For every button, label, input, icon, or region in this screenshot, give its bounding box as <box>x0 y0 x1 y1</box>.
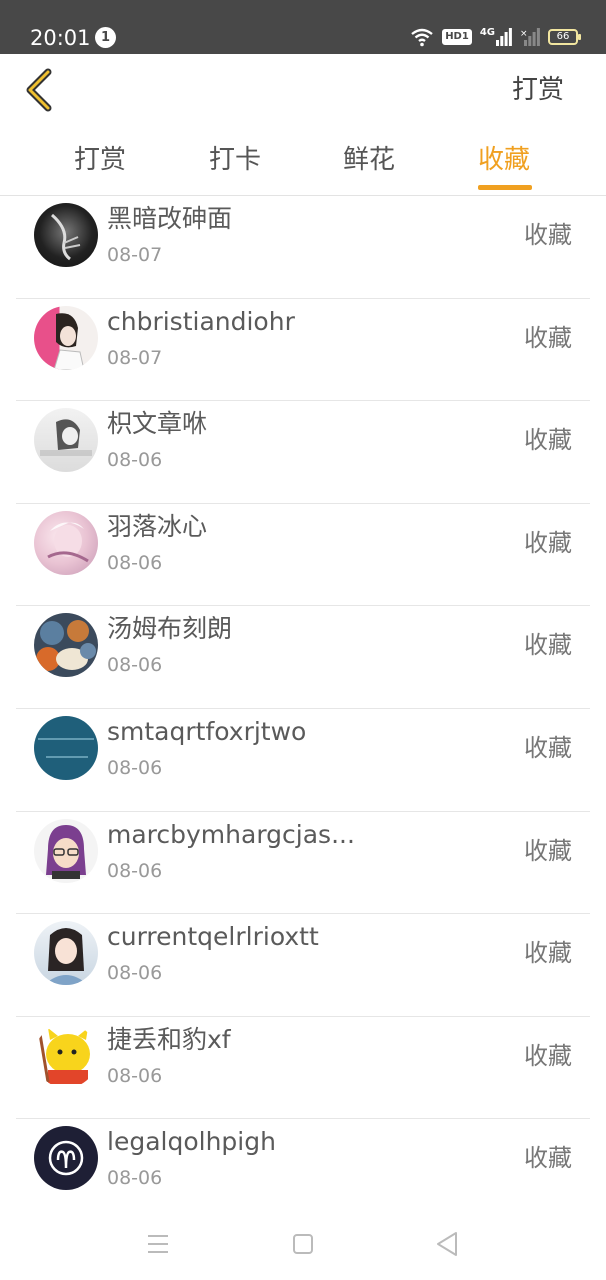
nav-menu-button[interactable] <box>138 1228 178 1262</box>
user-name: 汤姆布刻朗 <box>107 614 233 644</box>
favorites-list: 黑暗改砷面 08-07 收藏 chbristiandiohr 08-07 收藏 … <box>0 196 606 1210</box>
item-action: 收藏 <box>524 221 572 249</box>
user-name: 捷丢和豹xf <box>107 1024 231 1054</box>
signal-off-icon: × <box>520 28 540 46</box>
avatar <box>34 818 98 883</box>
avatar <box>34 510 98 575</box>
item-action: 收藏 <box>524 836 572 865</box>
list-item[interactable]: 羽落冰心 08-06 收藏 <box>16 504 590 607</box>
tab-flowers[interactable]: 鲜花 <box>343 140 395 180</box>
avatar <box>34 613 98 678</box>
tab-favorites[interactable]: 收藏 <box>478 140 530 180</box>
avatar <box>34 1023 98 1088</box>
avatar <box>34 408 98 473</box>
item-action: 收藏 <box>524 734 572 762</box>
signal-icon <box>496 28 512 46</box>
item-action: 收藏 <box>524 1041 572 1070</box>
nav-home-button[interactable] <box>283 1228 323 1262</box>
list-item[interactable]: 汤姆布刻朗 08-06 收藏 <box>16 606 590 709</box>
item-action: 收藏 <box>524 1144 572 1173</box>
chevron-left-icon <box>26 68 52 112</box>
list-item[interactable]: 枳文章咻 08-06 收藏 <box>16 401 590 504</box>
list-item[interactable]: 黑暗改砷面 08-07 收藏 <box>16 196 590 299</box>
user-name: 羽落冰心 <box>107 511 208 541</box>
tab-reward[interactable]: 打赏 <box>74 140 126 180</box>
status-bar: 20:01 1 HD1 4G × 66 <box>0 0 606 54</box>
item-date: 08-06 <box>107 449 163 472</box>
avatar <box>34 716 98 780</box>
user-name: 枳文章咻 <box>107 409 208 439</box>
item-action: 收藏 <box>524 631 572 660</box>
status-time: 20:01 <box>30 26 91 50</box>
header: 打赏 <box>0 54 606 130</box>
user-name: 黑暗改砷面 <box>107 204 233 233</box>
tab-bar: 打赏 打卡 鲜花 收藏 <box>0 130 606 196</box>
network-label: 4G <box>479 27 495 38</box>
list-item[interactable]: currentqelrlrioxtt 08-06 收藏 <box>16 914 590 1017</box>
item-action: 收藏 <box>524 939 572 968</box>
home-square-icon <box>293 1234 313 1254</box>
user-name: marcbymhargcjas... <box>107 819 355 849</box>
system-nav-bar <box>0 1210 606 1280</box>
user-name: chbristiandiohr <box>107 306 295 336</box>
status-icons: HD1 4G × 66 <box>410 26 581 48</box>
list-item[interactable]: smtaqrtfoxrjtwo 08-06 收藏 <box>16 709 590 812</box>
svg-text:×: × <box>520 29 528 39</box>
avatar <box>34 305 98 370</box>
tab-checkin[interactable]: 打卡 <box>209 140 261 180</box>
item-date: 08-06 <box>107 654 163 677</box>
user-name: legalqolhpigh <box>107 1127 276 1157</box>
item-action: 收藏 <box>524 323 572 352</box>
header-reward-button[interactable]: 打赏 <box>512 72 564 108</box>
user-name: smtaqrtfoxrjtwo <box>107 717 307 746</box>
item-date: 08-06 <box>107 757 163 779</box>
back-button[interactable] <box>20 66 64 114</box>
avatar <box>34 1126 98 1191</box>
item-date: 08-06 <box>107 962 163 985</box>
user-name: currentqelrlrioxtt <box>107 922 319 952</box>
item-action: 收藏 <box>524 426 572 455</box>
item-date: 08-06 <box>107 551 163 574</box>
battery-icon: 66 <box>548 29 581 45</box>
network-type: 4G <box>480 28 512 46</box>
item-date: 08-06 <box>107 1167 163 1190</box>
active-tab-indicator <box>478 185 532 190</box>
list-item[interactable]: 捷丢和豹xf 08-06 收藏 <box>16 1017 590 1120</box>
nav-back-button[interactable] <box>426 1228 466 1262</box>
item-date: 08-06 <box>107 1064 163 1087</box>
item-date: 08-07 <box>107 346 163 369</box>
avatar <box>34 921 98 986</box>
menu-icon <box>148 1235 168 1253</box>
hd-icon: HD1 <box>442 29 472 45</box>
list-item[interactable]: chbristiandiohr 08-07 收藏 <box>16 299 590 402</box>
list-item[interactable]: legalqolhpigh 08-06 收藏 <box>16 1119 590 1210</box>
item-action: 收藏 <box>524 528 572 557</box>
item-date: 08-06 <box>107 859 163 882</box>
wifi-icon <box>411 28 433 47</box>
back-triangle-icon <box>437 1232 457 1256</box>
item-date: 08-07 <box>107 244 163 266</box>
notification-badge: 1 <box>95 27 116 48</box>
avatar <box>34 203 98 267</box>
list-item[interactable]: marcbymhargcjas... 08-06 收藏 <box>16 812 590 915</box>
